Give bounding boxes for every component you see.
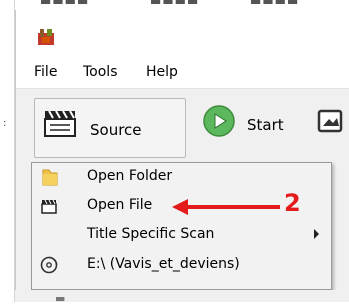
clapperboard-icon <box>44 110 76 137</box>
source-button[interactable]: Source <box>34 98 186 158</box>
submenu-arrow-icon <box>314 229 319 239</box>
handbrake-app-icon <box>38 29 54 45</box>
menu-item-disc-drive[interactable]: E:\ (Vavis_et_deviens) <box>32 251 331 279</box>
menu-item-label: Open Folder <box>87 168 173 184</box>
menu-item-label: Title Specific Scan <box>87 226 215 242</box>
start-button-label[interactable]: Start <box>247 116 284 134</box>
play-icon[interactable] <box>202 104 236 138</box>
annotation-step-number: 2 <box>284 189 301 217</box>
preview-icon[interactable] <box>316 106 346 136</box>
menu-help[interactable]: Help <box>146 64 178 80</box>
menu-item-open-folder[interactable]: Open Folder <box>32 163 331 191</box>
title-bar <box>16 10 349 56</box>
menu-tools[interactable]: Tools <box>83 64 118 80</box>
red-arrow-icon <box>172 199 280 215</box>
source-button-label: Source <box>90 121 142 139</box>
toolbar: Source Start <box>16 89 349 167</box>
source-dropdown-menu: Open Folder Open File Title Specific Sca… <box>31 162 332 290</box>
menu-file[interactable]: File <box>34 64 57 80</box>
menu-bar: File Tools Help <box>16 56 349 89</box>
menu-item-label: E:\ (Vavis_et_deviens) <box>87 256 240 272</box>
file-icon <box>41 199 57 214</box>
menu-item-title-specific-scan[interactable]: Title Specific Scan <box>32 221 331 249</box>
menu-item-label: Open File <box>87 197 153 213</box>
folder-icon <box>42 169 58 186</box>
disc-icon <box>40 256 58 274</box>
bottom-strip: ▬ <box>15 290 349 305</box>
background-window-edge: : <box>0 0 15 302</box>
